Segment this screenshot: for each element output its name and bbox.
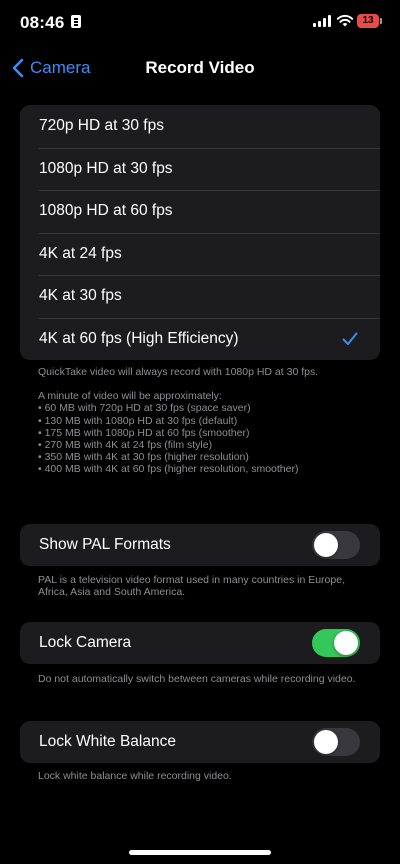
lock-camera-group: Lock Camera — [20, 622, 380, 664]
format-option-label: 720p HD at 30 fps — [39, 117, 164, 135]
format-option-label: 4K at 60 fps (High Efficiency) — [39, 329, 239, 347]
toggle-knob — [314, 533, 338, 557]
size-item: • 270 MB with 4K at 24 fps (film style) — [38, 439, 213, 452]
format-option-4k-24[interactable]: 4K at 24 fps — [20, 232, 380, 276]
size-item: • 130 MB with 1080p HD at 30 fps (defaul… — [38, 414, 238, 427]
battery-icon: 13 — [357, 14, 379, 28]
toggle-knob — [334, 631, 358, 655]
cellular-signal-icon — [313, 15, 331, 27]
format-option-720p-30[interactable]: 720p HD at 30 fps — [20, 105, 380, 148]
size-item: • 60 MB with 720p HD at 30 fps (space sa… — [38, 402, 251, 415]
format-footnote: QuickTake video will always record with … — [38, 366, 368, 476]
lock-white-balance-toggle[interactable] — [312, 728, 360, 756]
battery-cap — [380, 18, 382, 24]
format-option-label: 1080p HD at 30 fps — [39, 159, 173, 177]
checkmark-icon — [342, 332, 358, 345]
format-option-1080p-30[interactable]: 1080p HD at 30 fps — [20, 147, 380, 191]
lock-white-balance-footnote: Lock white balance while recording video… — [38, 770, 232, 782]
size-item: • 400 MB with 4K at 60 fps (higher resol… — [38, 463, 299, 476]
pal-formats-label: Show PAL Formats — [39, 536, 171, 553]
video-format-list: 720p HD at 30 fps 1080p HD at 30 fps 108… — [20, 105, 380, 360]
home-indicator[interactable] — [129, 850, 271, 855]
format-option-label: 4K at 24 fps — [39, 244, 122, 262]
toggle-knob — [314, 730, 338, 754]
quicktake-note: QuickTake video will always record with … — [38, 366, 319, 378]
lock-camera-label: Lock Camera — [39, 634, 132, 651]
pal-footnote: PAL is a television video format used in… — [38, 574, 345, 599]
lock-white-balance-label: Lock White Balance — [39, 733, 176, 750]
status-bar: 08:46 13 — [0, 0, 400, 44]
format-option-label: 4K at 30 fps — [39, 287, 122, 305]
format-option-label: 1080p HD at 60 fps — [39, 202, 173, 220]
lock-camera-footnote: Do not automatically switch between came… — [38, 673, 356, 685]
lock-white-balance-row: Lock White Balance — [20, 721, 380, 763]
format-option-4k-60-high-efficiency[interactable]: 4K at 60 fps (High Efficiency) — [20, 317, 380, 361]
lock-camera-row: Lock Camera — [20, 622, 380, 664]
wifi-icon — [336, 14, 354, 27]
status-time: 08:46 — [20, 13, 65, 32]
format-option-4k-30[interactable]: 4K at 30 fps — [20, 275, 380, 318]
page-title: Record Video — [145, 58, 255, 77]
size-item: • 350 MB with 4K at 30 fps (higher resol… — [38, 451, 249, 464]
format-option-1080p-60[interactable]: 1080p HD at 60 fps — [20, 190, 380, 233]
size-item: • 175 MB with 1080p HD at 60 fps (smooth… — [38, 426, 250, 439]
lock-white-balance-group: Lock White Balance — [20, 721, 380, 763]
size-intro: A minute of video will be approximately: — [38, 390, 222, 403]
pal-formats-row: Show PAL Formats — [20, 524, 380, 566]
lock-camera-toggle[interactable] — [312, 629, 360, 657]
notes-icon — [71, 15, 81, 28]
pal-formats-group: Show PAL Formats — [20, 524, 380, 566]
pal-formats-toggle[interactable] — [312, 531, 360, 559]
